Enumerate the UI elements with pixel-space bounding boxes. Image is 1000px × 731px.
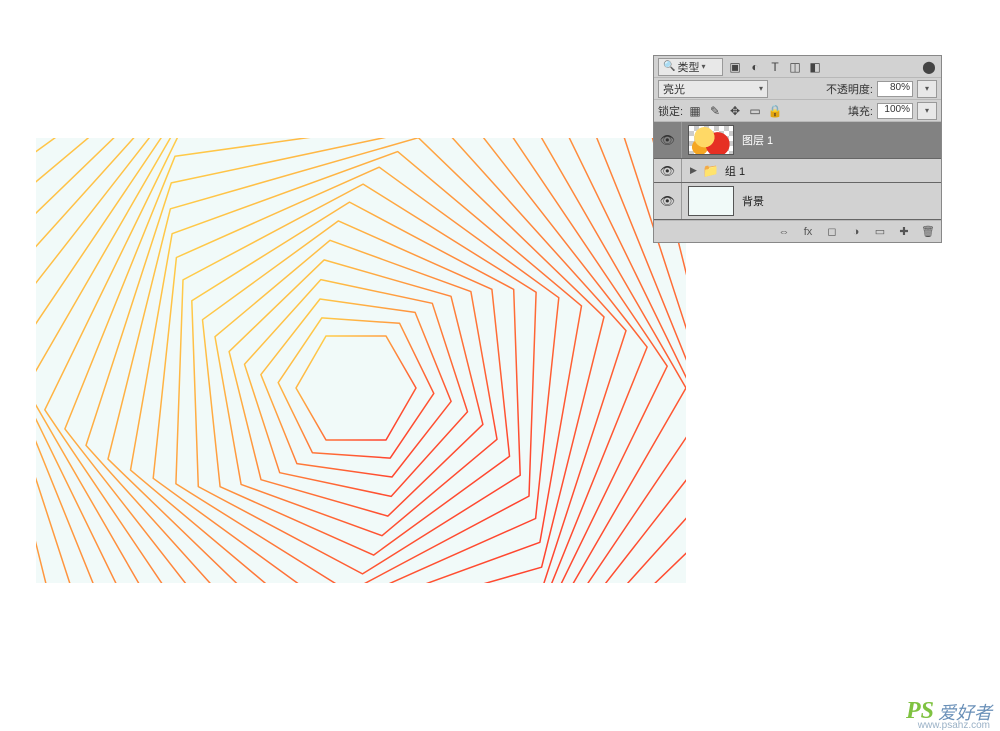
text-filter-icon[interactable]: T [767, 59, 783, 75]
eye-icon: 👁 [660, 164, 675, 178]
lock-artboard-icon[interactable]: ✥ [727, 103, 743, 119]
shape-filter-icon[interactable]: ◫ [787, 59, 803, 75]
layer-filter-dropdown[interactable]: 🔍 类型 ▾ [658, 58, 723, 76]
visibility-toggle[interactable]: 👁 [654, 183, 682, 219]
layer-thumbnail[interactable] [688, 186, 734, 216]
blend-mode-value: 亮光 [663, 81, 685, 97]
hexagon-path [261, 299, 451, 477]
layers-panel: 🔍 类型 ▾ ▣ ◐ T ◫ ◧ ⬤ 亮光 ▾ 不透明度: 80% ▾ 锁定: … [653, 55, 942, 243]
lock-all-icon[interactable]: 🔒 [767, 103, 783, 119]
mask-icon[interactable]: ◻ [825, 224, 839, 240]
lock-position-icon[interactable]: ✎ [707, 103, 723, 119]
layer-name[interactable]: 背景 [742, 193, 764, 209]
hexagon-path [153, 167, 559, 583]
layer-list: 👁 图层 1 👁 ▶ 📁 组 1 👁 背景 [654, 122, 941, 220]
visibility-toggle[interactable]: 👁 [654, 122, 682, 158]
folder-icon: 📁 [701, 163, 721, 179]
document-canvas[interactable] [36, 138, 686, 583]
watermark-url: www.psahz.com [918, 720, 990, 731]
opacity-stepper[interactable]: ▾ [917, 80, 937, 98]
blend-mode-dropdown[interactable]: 亮光 ▾ [658, 80, 768, 98]
chevron-right-icon[interactable]: ▶ [690, 165, 697, 176]
image-filter-icon[interactable]: ▣ [727, 59, 743, 75]
opacity-label: 不透明度: [826, 81, 873, 97]
hexagon-path [192, 202, 520, 574]
hexagon-path [296, 336, 416, 440]
new-layer-icon[interactable]: ✚ [897, 224, 911, 240]
hexagon-path [278, 318, 434, 458]
hexagon-path [131, 152, 582, 583]
hexagon-path [203, 221, 510, 555]
eye-icon: 👁 [660, 194, 675, 208]
fill-stepper[interactable]: ▾ [917, 102, 937, 120]
eye-icon: 👁 [660, 133, 675, 147]
filter-toggle-icon[interactable]: ⬤ [921, 59, 937, 75]
filter-row: 🔍 类型 ▾ ▣ ◐ T ◫ ◧ ⬤ [654, 56, 941, 78]
visibility-toggle[interactable]: 👁 [654, 159, 682, 182]
layer-item[interactable]: 👁 图层 1 [654, 122, 941, 159]
opacity-input[interactable]: 80% [877, 81, 913, 97]
search-icon: 🔍 [663, 61, 675, 72]
lock-pixels-icon[interactable]: ▦ [687, 103, 703, 119]
layer-item[interactable]: 👁 背景 [654, 183, 941, 220]
link-icon[interactable]: ⇔ [777, 224, 791, 240]
layer-item[interactable]: 👁 ▶ 📁 组 1 [654, 159, 941, 183]
filter-label: 类型 [677, 59, 699, 75]
lock-label: 锁定: [658, 103, 683, 119]
fill-input[interactable]: 100% [877, 103, 913, 119]
blend-row: 亮光 ▾ 不透明度: 80% ▾ [654, 78, 941, 100]
adjust-filter-icon[interactable]: ◐ [747, 59, 763, 75]
group-icon[interactable]: ▭ [873, 224, 887, 240]
layer-name[interactable]: 图层 1 [742, 132, 773, 148]
adjust-icon[interactable]: ◑ [849, 224, 863, 240]
panel-footer: ⇔ fx ◻ ◑ ▭ ✚ 🗑 [654, 220, 941, 242]
hexagon-path [245, 280, 468, 497]
fill-label: 填充: [848, 103, 873, 119]
layer-thumbnail[interactable] [688, 125, 734, 155]
layer-name[interactable]: 组 1 [725, 163, 745, 179]
fx-icon[interactable]: fx [801, 224, 815, 240]
hexagon-path [215, 240, 497, 535]
trash-icon[interactable]: 🗑 [921, 224, 935, 240]
smartobj-filter-icon[interactable]: ◧ [807, 59, 823, 75]
chevron-down-icon: ▾ [759, 84, 763, 93]
hexagon-path [176, 184, 536, 583]
lock-row: 锁定: ▦ ✎ ✥ ▭ 🔒 填充: 100% ▾ [654, 100, 941, 122]
hexagon-path [229, 260, 483, 516]
chevron-down-icon: ▾ [701, 62, 705, 71]
lock-fill-icon[interactable]: ▭ [747, 103, 763, 119]
